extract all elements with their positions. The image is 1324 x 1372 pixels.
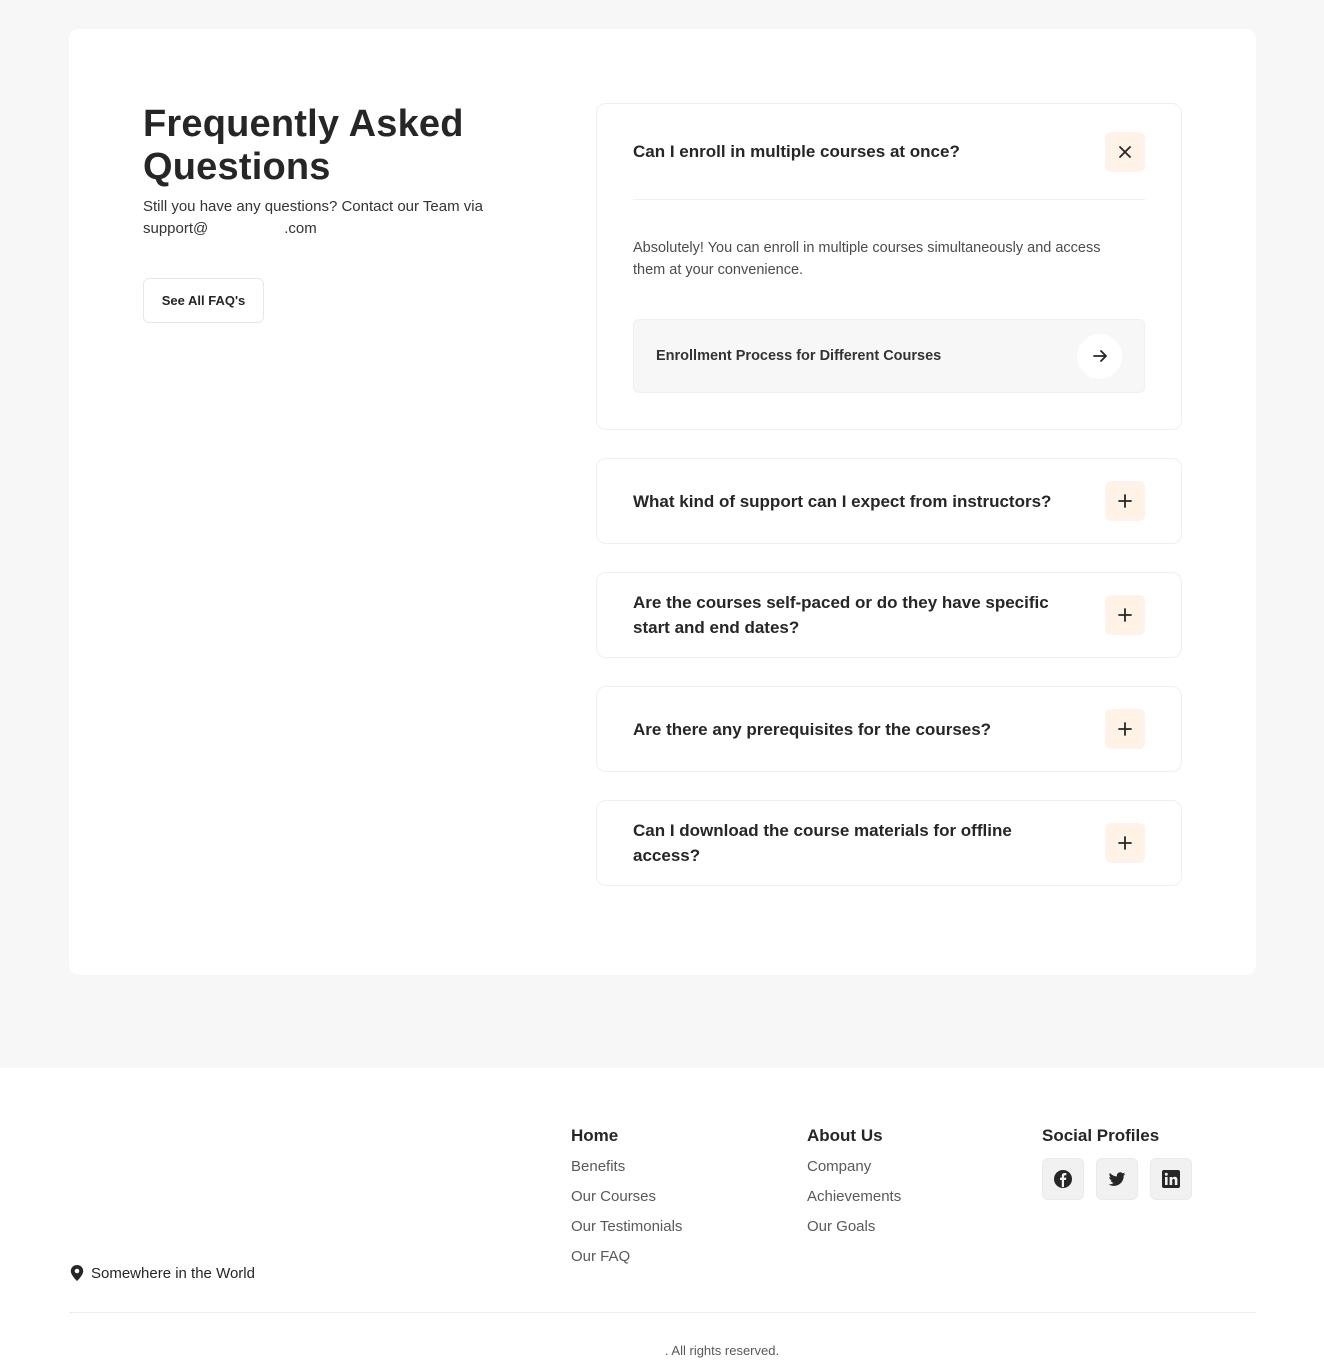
close-icon — [1119, 145, 1131, 158]
footer-link-our-goals[interactable]: Our Goals — [807, 1218, 901, 1236]
facebook-icon — [1054, 1170, 1072, 1188]
faq-item: Are there any prerequisites for the cour… — [596, 686, 1182, 772]
faq-item: Are the courses self-paced or do they ha… — [596, 572, 1182, 658]
faq-question-header[interactable]: Can I enroll in multiple courses at once… — [633, 104, 1145, 200]
footer-location: Somewhere in the World — [69, 1264, 255, 1282]
copyright-label: . All rights reserved. — [664, 1343, 780, 1358]
faq-item: Can I download the course materials for … — [596, 800, 1182, 886]
twitter-button[interactable] — [1096, 1158, 1138, 1200]
faq-question-header[interactable]: Are there any prerequisites for the cour… — [633, 687, 1145, 771]
facebook-button[interactable] — [1042, 1158, 1084, 1200]
linkedin-button[interactable] — [1150, 1158, 1192, 1200]
expand-button[interactable] — [1105, 481, 1145, 521]
faq-item: Can I enroll in multiple courses at once… — [596, 103, 1182, 430]
faq-question: Are the courses self-paced or do they ha… — [633, 593, 1049, 637]
collapse-button[interactable] — [1105, 131, 1145, 172]
linkedin-icon — [1162, 1170, 1180, 1188]
faq-question-header[interactable]: Can I download the course materials for … — [633, 801, 1145, 885]
related-article-link[interactable]: Enrollment Process for Different Courses — [633, 319, 1145, 393]
footer-link-our-faq[interactable]: Our FAQ — [571, 1248, 682, 1266]
footer-heading: About Us — [807, 1126, 883, 1145]
faq-subtitle: Still you have any questions? Contact ou… — [143, 196, 543, 240]
footer-column-about: About Us Company Achievements Our Goals — [807, 1126, 901, 1248]
expand-button[interactable] — [1105, 709, 1145, 749]
faq-answer: Absolutely! You can enroll in multiple c… — [633, 240, 1101, 278]
footer-link-achievements[interactable]: Achievements — [807, 1188, 901, 1206]
location-text: Somewhere in the World — [91, 1264, 255, 1282]
faq-question-header[interactable]: What kind of support can I expect from i… — [633, 459, 1145, 543]
plus-icon — [1118, 608, 1132, 622]
faq-subtitle-suffix: .com — [284, 220, 317, 237]
faq-question-header[interactable]: Are the courses self-paced or do they ha… — [633, 573, 1145, 657]
footer-link-our-testimonials[interactable]: Our Testimonials — [571, 1218, 682, 1236]
footer-column-home: Home Benefits Our Courses Our Testimonia… — [571, 1126, 682, 1278]
faq-accordion: Can I enroll in multiple courses at once… — [596, 103, 1182, 914]
map-pin-icon — [70, 1265, 84, 1281]
plus-icon — [1118, 722, 1132, 736]
footer-heading: Social Profiles — [1042, 1126, 1160, 1145]
footer-column-social: Social Profiles — [1042, 1126, 1192, 1200]
related-article-label: Enrollment Process for Different Courses — [656, 348, 942, 364]
expand-button[interactable] — [1105, 595, 1145, 635]
footer-divider — [69, 1312, 1256, 1313]
plus-icon — [1118, 836, 1132, 850]
expand-button[interactable] — [1105, 823, 1145, 863]
footer-heading: Home — [571, 1126, 619, 1145]
see-all-faqs-button[interactable]: See All FAQ's — [143, 278, 264, 323]
footer-link-company[interactable]: Company — [807, 1158, 901, 1176]
faq-item: What kind of support can I expect from i… — [596, 458, 1182, 544]
footer-link-benefits[interactable]: Benefits — [571, 1158, 682, 1176]
twitter-icon — [1108, 1172, 1126, 1186]
copyright-text: . All rights reserved. — [0, 1343, 1324, 1358]
faq-question: Can I download the course materials for … — [633, 821, 1012, 865]
arrow-button[interactable] — [1077, 333, 1122, 379]
site-footer: Home Benefits Our Courses Our Testimonia… — [0, 1068, 1324, 1372]
faq-section: Frequently Asked Questions Still you hav… — [69, 29, 1256, 975]
faq-question: What kind of support can I expect from i… — [633, 491, 1052, 511]
faq-question: Are there any prerequisites for the cour… — [633, 719, 992, 739]
footer-link-our-courses[interactable]: Our Courses — [571, 1188, 682, 1206]
faq-question: Can I enroll in multiple courses at once… — [633, 142, 960, 161]
arrow-right-icon — [1092, 350, 1107, 362]
social-links — [1042, 1158, 1192, 1200]
plus-icon — [1118, 494, 1132, 508]
faq-title: Frequently Asked Questions — [143, 103, 464, 188]
